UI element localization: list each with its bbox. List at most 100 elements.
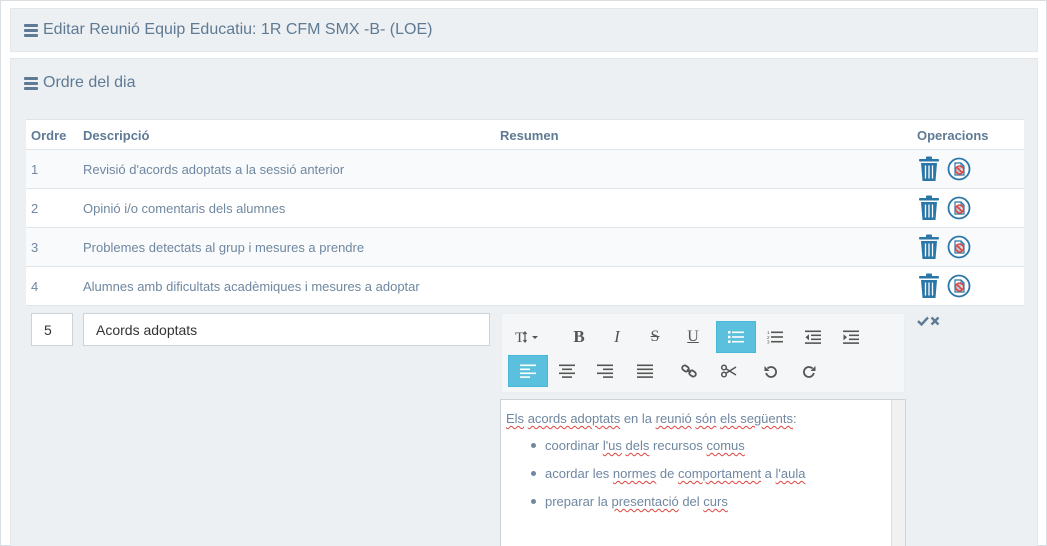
misspelled-word: acords adoptats <box>527 411 621 426</box>
hamburger-icon <box>24 77 38 90</box>
misspelled-word: l'aula <box>775 466 806 481</box>
no-document-icon[interactable] <box>947 234 971 260</box>
indent-button[interactable] <box>832 321 870 353</box>
redo-button[interactable] <box>790 355 828 387</box>
table-row: 4 Alumnes amb dificultats acadèmiques i … <box>26 267 1024 306</box>
scissors-icon <box>721 364 737 378</box>
header-panel: Editar Reunió Equip Educatiu: 1R CFM SMX… <box>10 8 1038 52</box>
order-input[interactable] <box>31 313 73 346</box>
editor-text: del <box>678 494 704 509</box>
justify-button[interactable] <box>626 355 664 387</box>
misspelled-word: són <box>695 411 717 426</box>
editor-text: : <box>792 411 797 426</box>
editor-text: en la <box>620 411 656 426</box>
editor-scrollbar[interactable] <box>891 400 905 546</box>
align-center-icon <box>559 364 575 378</box>
misspelled-word: normes <box>612 466 657 481</box>
no-document-icon[interactable] <box>947 156 971 182</box>
editor-text: recursos <box>649 438 707 453</box>
description-input[interactable] <box>83 313 490 346</box>
trash-icon[interactable] <box>917 234 941 260</box>
misspelled-word: comus <box>706 438 745 453</box>
outdent-icon <box>805 330 821 344</box>
indent-icon <box>843 330 859 344</box>
bullet-list-icon <box>728 331 744 343</box>
svg-text:T: T <box>515 330 524 345</box>
justify-icon <box>637 364 653 378</box>
list-item: coordinar l'us dels recursos comus <box>529 438 805 466</box>
bold-button[interactable]: B <box>560 321 598 353</box>
align-left-icon <box>520 364 536 378</box>
font-size-icon: T <box>515 330 538 345</box>
no-document-icon[interactable] <box>947 273 971 299</box>
align-center-button[interactable] <box>548 355 586 387</box>
table-row: 1 Revisió d'acords adoptats a la sessió … <box>26 150 1024 189</box>
editor-text: coordinar <box>545 438 603 453</box>
page-title-text: Editar Reunió Equip Educatiu: 1R CFM SMX… <box>43 21 433 38</box>
font-size-button[interactable]: T <box>508 321 552 353</box>
row-order: 4 <box>31 279 39 294</box>
summary-editor[interactable]: Els acords adoptats en la reunió són els… <box>500 399 906 546</box>
undo-button[interactable] <box>752 355 790 387</box>
editor-toolbar: T B I S U 123 <box>501 313 905 393</box>
bullet-list-button[interactable] <box>716 321 756 353</box>
col-operations: Operacions <box>917 128 989 143</box>
row-operations <box>917 234 971 260</box>
col-summary: Resumen <box>500 128 559 143</box>
col-order: Ordre <box>31 128 67 143</box>
italic-button[interactable]: I <box>598 321 636 353</box>
row-description: Problemes detectats al grup i mesures a … <box>83 240 365 255</box>
align-left-button[interactable] <box>508 355 548 387</box>
numbered-list-button[interactable]: 123 <box>756 321 794 353</box>
underline-button[interactable]: U <box>674 321 712 353</box>
trash-icon[interactable] <box>917 156 941 182</box>
misspelled-word: dels <box>625 438 650 453</box>
editor-intro: Els acords adoptats en la reunió són els… <box>506 411 797 426</box>
strikethrough-icon: S <box>650 328 660 345</box>
underline-icon: U <box>687 328 699 345</box>
x-icon[interactable] <box>930 316 940 326</box>
agenda-table: Ordre Descripció Resumen Operacions 1 Re… <box>26 119 1024 546</box>
check-icon[interactable] <box>917 316 929 326</box>
misspelled-word: reunió <box>655 411 692 426</box>
no-document-icon[interactable] <box>947 195 971 221</box>
hamburger-icon <box>24 24 38 37</box>
list-item: acordar les normes de comportament a l'a… <box>529 466 805 494</box>
edit-actions <box>917 316 940 326</box>
svg-text:3: 3 <box>767 340 770 345</box>
row-description: Alumnes amb dificultats acadèmiques i me… <box>83 279 420 294</box>
table-row: 3 Problemes detectats al grup i mesures … <box>26 228 1024 267</box>
list-item: preparar la presentació del curs <box>529 494 805 522</box>
misspelled-word: comportament <box>677 466 762 481</box>
outdent-button[interactable] <box>794 321 832 353</box>
editor-bullet-list: coordinar l'us dels recursos comus acorda… <box>529 438 805 522</box>
bold-icon: B <box>573 327 585 346</box>
editor-text: acordar les <box>545 466 613 481</box>
table-header: Ordre Descripció Resumen Operacions <box>26 119 1024 150</box>
misspelled-word: els següents <box>719 411 793 426</box>
strikethrough-button[interactable]: S <box>636 321 674 353</box>
section-title-text: Ordre del dia <box>43 74 136 91</box>
editor-text: de <box>656 466 678 481</box>
row-order: 2 <box>31 201 39 216</box>
misspelled-word: l'us <box>602 438 622 453</box>
page-title: Editar Reunió Equip Educatiu: 1R CFM SMX… <box>24 21 432 39</box>
misspelled-word: curs <box>703 494 728 509</box>
new-item-row: T B I S U 123 <box>26 306 1024 546</box>
section-title: Ordre del dia <box>24 74 136 92</box>
trash-icon[interactable] <box>917 195 941 221</box>
link-icon <box>681 364 697 378</box>
misspelled-word: presentació <box>611 494 679 509</box>
align-right-button[interactable] <box>586 355 624 387</box>
link-button[interactable] <box>670 355 708 387</box>
row-description: Opinió i/o comentaris dels alumnes <box>83 201 286 216</box>
row-order: 3 <box>31 240 39 255</box>
unlink-button[interactable] <box>710 355 748 387</box>
editor-text: a <box>761 466 776 481</box>
page-container: Editar Reunió Equip Educatiu: 1R CFM SMX… <box>0 0 1047 546</box>
row-operations <box>917 273 971 299</box>
agenda-panel: Ordre del dia Ordre Descripció Resumen O… <box>10 58 1038 546</box>
align-right-icon <box>597 364 613 378</box>
row-order: 1 <box>31 162 39 177</box>
trash-icon[interactable] <box>917 273 941 299</box>
